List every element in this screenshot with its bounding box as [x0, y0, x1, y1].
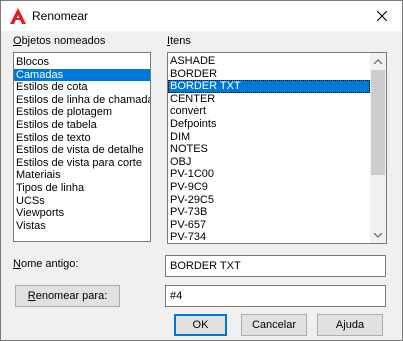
named-objects-list[interactable]: Blocos Camadas Estilos de cota Estilos de l… [13, 52, 151, 242]
list-item[interactable]: Estilos de cota [14, 81, 150, 94]
list-item[interactable]: Estilos de vista de detalhe [14, 144, 150, 157]
list-item[interactable]: Materiais [14, 169, 150, 182]
named-objects-label: Objetos nomeados [13, 35, 106, 47]
items-scrollbar[interactable] [370, 53, 386, 243]
list-item[interactable]: BORDER TXT [168, 80, 370, 93]
list-item[interactable]: Camadas [14, 68, 150, 82]
list-item[interactable]: Tipos de linha [14, 182, 150, 195]
list-item[interactable]: PV-9C9 [168, 181, 370, 194]
window-title: Renomear [32, 9, 89, 23]
list-item[interactable]: convert [168, 105, 370, 118]
list-item[interactable]: Estilos de tabela [14, 119, 150, 132]
cancel-button[interactable]: Cancelar [241, 314, 307, 336]
scroll-thumb[interactable] [371, 70, 385, 175]
list-item[interactable]: CENTER [168, 93, 370, 106]
items-label: Itens [167, 35, 191, 47]
list-item[interactable]: NOTES [168, 143, 370, 156]
items-list[interactable]: ASHADE BORDER BORDER TXT CENTER convert Defpo… [167, 52, 387, 244]
old-name-field[interactable]: BORDER TXT [165, 255, 386, 277]
ok-button[interactable]: OK [174, 314, 227, 336]
title-bar: Renomear [1, 1, 402, 31]
list-item[interactable]: PV-29C5 [168, 194, 370, 207]
old-name-value: BORDER TXT [170, 260, 241, 272]
old-name-label: Nome antigo: [13, 258, 79, 270]
list-item[interactable]: Estilos de vista para corte [14, 157, 150, 170]
scroll-down-button[interactable] [370, 227, 386, 243]
list-item[interactable]: PV-734 [168, 231, 370, 243]
close-icon [377, 11, 387, 21]
chevron-up-icon [374, 58, 382, 64]
help-button[interactable]: Aj uda [317, 314, 383, 336]
list-item[interactable]: PV-657 [168, 219, 370, 232]
list-item[interactable]: BORDER [168, 68, 370, 81]
list-item[interactable]: PV-1C00 [168, 168, 370, 181]
list-item[interactable]: Viewports [14, 207, 150, 220]
list-item[interactable]: PV-73B [168, 206, 370, 219]
rename-to-field[interactable]: #4 [165, 285, 386, 307]
autocad-logo-icon [10, 8, 26, 24]
list-item[interactable]: Defpoints [168, 118, 370, 131]
chevron-down-icon [374, 232, 382, 238]
list-item[interactable]: OBJ [168, 156, 370, 169]
scroll-up-button[interactable] [370, 53, 386, 69]
list-item[interactable]: DIM [168, 131, 370, 144]
rename-to-value: #4 [170, 290, 183, 302]
list-item[interactable]: Estilos de plotagem [14, 106, 150, 119]
rename-to-button[interactable]: Renomear para: [15, 285, 120, 307]
list-item[interactable]: Estilos de linha de chamada [14, 94, 150, 107]
list-item[interactable]: Blocos [14, 56, 150, 69]
list-item[interactable]: Estilos de texto [14, 132, 150, 145]
list-item[interactable]: UCSs [14, 195, 150, 208]
list-item[interactable]: Vistas [14, 220, 150, 233]
rename-dialog: Renomear Objetos nomeados Blocos Camadas E… [0, 0, 403, 341]
list-item[interactable]: ASHADE [168, 55, 370, 68]
close-button[interactable] [362, 1, 402, 31]
